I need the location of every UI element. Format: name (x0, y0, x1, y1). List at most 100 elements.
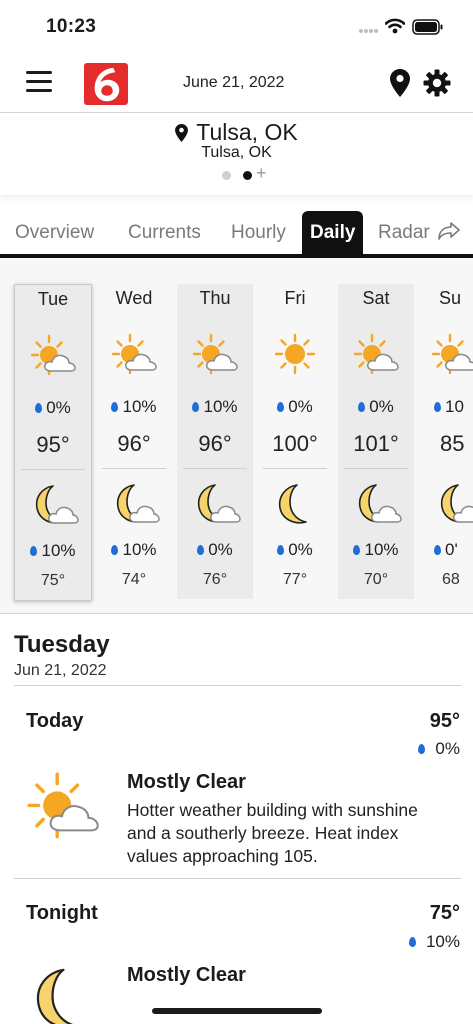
day-precip: 10 (445, 397, 464, 416)
tab-radar-label: Radar (378, 222, 430, 243)
day-column-sun-partial[interactable]: Su 10 85 0' 68 (418, 284, 473, 599)
home-indicator[interactable] (152, 1008, 322, 1014)
day-name: Thu (199, 288, 231, 308)
partly-cloudy-moon-icon (110, 482, 160, 533)
divider (102, 468, 166, 469)
detail-day-heading: Tuesday (14, 631, 110, 658)
day-precip: 0% (369, 397, 394, 416)
add-location-icon[interactable]: + (256, 163, 267, 184)
status-time: 10:23 (46, 16, 97, 37)
moon-icon (271, 482, 321, 533)
day-name: Su (439, 288, 462, 308)
day-column-fri[interactable]: Fri 0% 100° 0% 77° (257, 284, 333, 599)
period-today-condition: Mostly Clear (127, 771, 246, 793)
precip-value: 0% (435, 739, 460, 758)
divider (14, 878, 461, 879)
day-precip: 10% (203, 397, 238, 416)
rain-drop-icon (408, 937, 416, 947)
day-precip: 10% (122, 397, 157, 416)
partly-cloudy-sun-icon (26, 770, 104, 849)
rain-drop-icon (111, 402, 119, 412)
day-column-sat[interactable]: Sat 0% 101° 10% 70° (338, 284, 414, 599)
sun-icon (271, 332, 321, 383)
rain-drop-icon (418, 744, 426, 754)
divider (21, 469, 85, 470)
page-dot-active (243, 171, 252, 180)
day-column-thu[interactable]: Thu 10% 96° 0% 76° (177, 284, 253, 599)
night-precip: 0' (445, 540, 458, 559)
battery-icon (412, 19, 443, 35)
tab-hourly[interactable]: Hourly (231, 211, 286, 254)
rain-drop-icon (277, 545, 285, 555)
location-pin-icon[interactable] (390, 69, 410, 97)
day-name: Tue (37, 289, 69, 309)
settings-gear-icon[interactable] (423, 69, 451, 97)
partly-cloudy-sun-icon (29, 333, 79, 384)
location-name: Tulsa, OK (196, 119, 298, 145)
day-column-wed[interactable]: Wed 10% 96° 10% 74° (96, 284, 172, 599)
day-name: Sat (362, 288, 390, 308)
rain-drop-icon (197, 545, 205, 555)
tab-bar: Overview Currents Hourly Daily Radar (0, 209, 473, 258)
partly-cloudy-sun-icon (430, 332, 473, 383)
partly-cloudy-sun-icon (191, 332, 241, 383)
menu-icon (26, 71, 52, 74)
station-logo[interactable] (84, 63, 128, 105)
rain-drop-icon (358, 402, 366, 412)
period-today-precip: 0% (418, 739, 460, 759)
high-temp: 101° (353, 431, 399, 456)
night-precip: 10% (364, 540, 399, 559)
location-selector[interactable]: Tulsa, OK Tulsa, OK + (0, 113, 473, 195)
high-temp: 100° (272, 431, 318, 456)
day-precip: 0% (288, 397, 313, 416)
partly-cloudy-moon-icon (352, 482, 402, 533)
night-precip: 10% (122, 540, 157, 559)
divider (14, 685, 461, 686)
period-today-description: Hotter weather building with sunshine an… (127, 800, 418, 866)
app-header: June 21, 2022 (0, 54, 473, 113)
partly-cloudy-moon-icon (29, 483, 79, 534)
divider (344, 468, 408, 469)
status-bar: 10:23 (0, 0, 473, 54)
period-tonight-condition: Mostly Clear (127, 964, 246, 986)
daily-forecast-strip[interactable]: Tue 0% 95° 10% 75° Wed 10% 96° 10% 74° T… (0, 258, 473, 614)
low-temp: 76° (202, 571, 228, 588)
tab-overview[interactable]: Overview (15, 211, 94, 254)
low-temp: 70° (363, 571, 389, 588)
share-arrow-icon (438, 222, 460, 240)
location-pin-small-icon (175, 124, 189, 142)
low-temp: 68 (442, 571, 460, 588)
tab-currents[interactable]: Currents (128, 211, 201, 254)
day-name: Fri (284, 288, 306, 308)
page-dot (222, 171, 231, 180)
period-today-temp: 95° (429, 710, 460, 732)
period-tonight-precip: 10% (408, 932, 460, 952)
high-temp: 96° (117, 431, 151, 456)
period-tonight-label: Tonight (26, 902, 98, 924)
partly-cloudy-moon-icon (191, 482, 241, 533)
wifi-icon (385, 18, 405, 34)
menu-button[interactable] (26, 71, 52, 93)
rain-drop-icon (353, 545, 361, 555)
low-temp: 74° (121, 571, 147, 588)
high-temp: 96° (198, 431, 232, 456)
divider (263, 468, 327, 469)
rain-drop-icon (192, 402, 200, 412)
tab-daily[interactable]: Daily (302, 211, 364, 254)
tab-radar[interactable]: Radar (378, 211, 460, 254)
high-temp: 85 (440, 431, 465, 456)
cellular-signal-icon (359, 29, 378, 33)
day-name: Wed (115, 288, 153, 308)
period-tonight-temp: 75° (429, 902, 460, 924)
partly-cloudy-sun-icon (110, 332, 160, 383)
day-column-tue[interactable]: Tue 0% 95° 10% 75° (14, 284, 92, 601)
rain-drop-icon (35, 403, 43, 413)
high-temp: 95° (36, 432, 70, 457)
header-date: June 21, 2022 (183, 74, 285, 91)
rain-drop-icon (277, 402, 285, 412)
precip-value: 10% (425, 932, 460, 951)
day-precip: 0% (46, 398, 71, 417)
rain-drop-icon (30, 546, 38, 556)
partly-cloudy-moon-icon (26, 964, 104, 1024)
partly-cloudy-sun-icon (352, 332, 402, 383)
